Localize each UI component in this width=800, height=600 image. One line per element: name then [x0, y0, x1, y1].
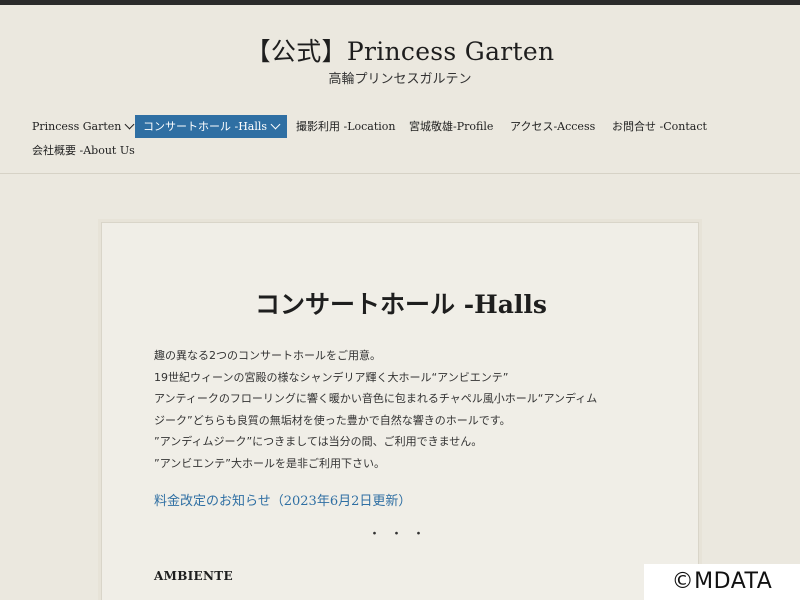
chevron-down-icon — [124, 119, 135, 130]
nav-item-access[interactable]: アクセス-Access — [502, 115, 603, 138]
nav-item-label: お問合せ -Contact — [612, 120, 707, 133]
separator-dots: ・・・ — [367, 527, 434, 542]
page-title: コンサートホール -Halls — [255, 290, 547, 319]
content-card: コンサートホール -Halls 趣の異なる2つのコンサートホールをご用意。 19… — [101, 222, 699, 600]
nav-item-profile[interactable]: 宮城敬雄-Profile — [401, 115, 501, 138]
price-notice-link[interactable]: 料金改定のお知らせ（2023年6月2日更新） — [154, 490, 411, 509]
intro-paragraph: 趣の異なる2つのコンサートホールをご用意。 19世紀ウィーンの宮殿の様なシャンデ… — [154, 345, 654, 474]
nav-item-princess-garten[interactable]: Princess Garten — [24, 115, 141, 138]
nav-item-contact[interactable]: お問合せ -Contact — [604, 115, 715, 138]
nav-item-label: アクセス-Access — [510, 120, 596, 133]
nav-item-label: 宮城敬雄-Profile — [409, 120, 494, 133]
nav-item-label: Princess Garten — [32, 120, 122, 133]
watermark: ©MDATA — [644, 564, 800, 600]
nav-item-about[interactable]: 会社概要 -About Us — [24, 139, 143, 162]
paragraph-line: ”アンディムジーク”につきましては当分の間、ご利用できません。 — [154, 435, 483, 448]
nav-item-location[interactable]: 撮影利用 -Location — [288, 115, 404, 138]
site-subtitle: 高輪プリンセスガルテン — [328, 72, 472, 87]
paragraph-line: 19世紀ウィーンの宮殿の様なシャンデリア輝く大ホール“アンビエンテ” — [154, 370, 509, 384]
nav-item-label: 会社概要 -About Us — [32, 144, 135, 157]
nav-item-halls[interactable]: コンサートホール -Halls — [135, 115, 288, 138]
chevron-down-icon — [270, 119, 281, 130]
paragraph-line: ジーク”どちらも良質の無垢材を使った豊かで自然な響きのホールです。 — [154, 413, 511, 427]
site-header: 【公式】Princess Garten 高輪プリンセスガルテン Princess… — [0, 0, 800, 174]
nav-item-label: コンサートホール -Halls — [143, 120, 268, 133]
paragraph-line: 趣の異なる2つのコンサートホールをご用意。 — [154, 349, 381, 362]
section-heading-ambiente: AMBIENTE — [154, 569, 233, 583]
site-title[interactable]: 【公式】Princess Garten — [0, 32, 800, 68]
nav-item-label: 撮影利用 -Location — [296, 120, 396, 133]
paragraph-line: ”アンビエンテ”大ホールを是非ご利用下さい。 — [154, 456, 385, 470]
paragraph-line: アンティークのフローリングに響く暖かい音色に包まれるチャペル風小ホール“アンディ… — [154, 392, 598, 405]
